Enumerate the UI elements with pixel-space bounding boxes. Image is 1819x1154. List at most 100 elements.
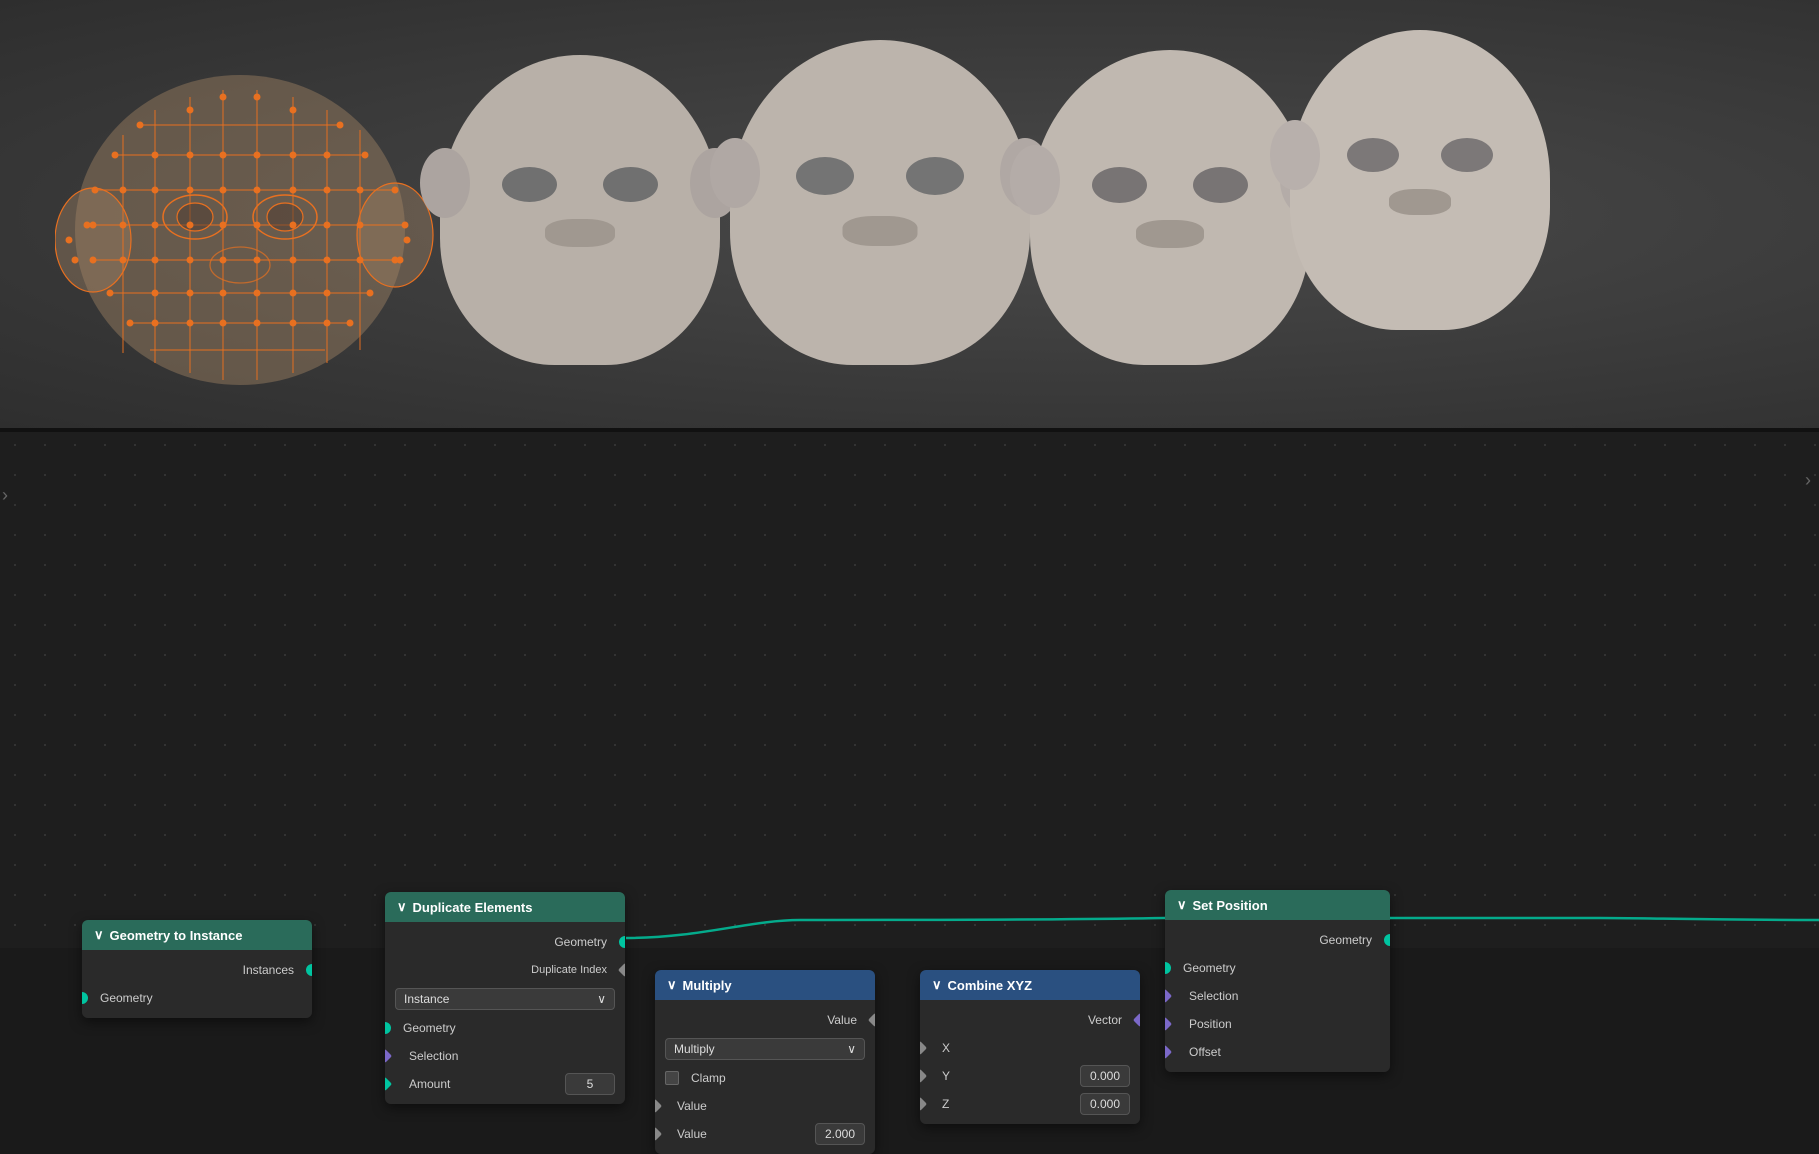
node-row-dupindex-output: Duplicate Index (385, 956, 625, 984)
chevron-icon: ∨ (94, 927, 104, 943)
instances-socket-out (306, 964, 312, 976)
value-output-label: Value (665, 1013, 865, 1027)
node-title-multiply: Multiply (683, 978, 732, 993)
dropdown-chevron: ∨ (597, 992, 606, 1006)
clamp-label: Clamp (691, 1071, 726, 1085)
z-socket-in (920, 1097, 927, 1111)
instance-dropdown[interactable]: Instance ∨ (395, 988, 615, 1010)
z-input-label: Z (930, 1097, 949, 1111)
wireframe-monkey (55, 45, 445, 415)
node-row-clamp: Clamp (655, 1064, 875, 1092)
node-row-geometry-input: Geometry (82, 984, 312, 1012)
node-row-instances-output: Instances (82, 956, 312, 984)
geometry-input-label: Geometry (92, 991, 302, 1005)
multiply-dropdown-chevron: ∨ (847, 1042, 856, 1056)
node-title-set-position: Set Position (1193, 898, 1268, 913)
node-duplicate-elements[interactable]: ∨ Duplicate Elements Geometry Duplicate … (385, 892, 625, 1104)
selection-input-label: Selection (395, 1049, 615, 1063)
node-row-value1-input: Value (655, 1092, 875, 1120)
node-row-selection-input-sp: Selection (1165, 982, 1390, 1010)
offset-socket-in (1165, 1045, 1172, 1059)
node-combine-xyz[interactable]: ∨ Combine XYZ Vector X Y 0.000 (920, 970, 1140, 1124)
geometry-socket-in-dup (385, 1022, 391, 1034)
dropdown-value: Instance (404, 992, 449, 1006)
dupindex-socket-out (618, 963, 625, 977)
value1-socket-in (655, 1099, 662, 1113)
node-header-duplicate: ∨ Duplicate Elements (385, 892, 625, 922)
geometry-input-label-dup: Geometry (395, 1021, 615, 1035)
value2-input-label: Value (665, 1127, 707, 1141)
geometry-output-label: Geometry (395, 935, 615, 949)
node-title-duplicate: Duplicate Elements (413, 900, 533, 915)
y-number[interactable]: 0.000 (1080, 1065, 1130, 1087)
node-header-combine-xyz: ∨ Combine XYZ (920, 970, 1140, 1000)
node-set-position[interactable]: ∨ Set Position Geometry Geometry Selecti… (1165, 890, 1390, 1072)
geometry-socket-in-sp (1165, 962, 1171, 974)
value2-socket-in (655, 1127, 662, 1141)
position-input-label: Position (1175, 1017, 1380, 1031)
selection-socket-in-sp (1165, 989, 1172, 1003)
node-row-geometry-input-dup: Geometry (385, 1014, 625, 1042)
instances-output-label: Instances (92, 963, 302, 977)
node-multiply[interactable]: ∨ Multiply Value Multiply ∨ Clamp Value (655, 970, 875, 1154)
value1-input-label: Value (665, 1099, 865, 1113)
node-row-z-input: Z 0.000 (920, 1090, 1140, 1118)
node-row-selection-input: Selection (385, 1042, 625, 1070)
x-socket-in (920, 1041, 927, 1055)
chevron-icon-xyz: ∨ (932, 977, 942, 993)
node-title-combine-xyz: Combine XYZ (948, 978, 1033, 993)
vector-output-label: Vector (930, 1013, 1130, 1027)
node-row-geometry-output: Geometry (385, 928, 625, 956)
node-row-value-output: Value (655, 1006, 875, 1034)
clamp-checkbox[interactable] (665, 1071, 679, 1085)
value2-number[interactable]: 2.000 (815, 1123, 865, 1145)
multiply-dropdown[interactable]: Multiply ∨ (665, 1038, 865, 1060)
node-row-y-input: Y 0.000 (920, 1062, 1140, 1090)
monkey-head-5 (1290, 30, 1550, 330)
geometry-input-label-sp: Geometry (1175, 961, 1380, 975)
node-row-value2-input: Value 2.000 (655, 1120, 875, 1148)
selection-socket-in (385, 1049, 392, 1063)
geometry-socket-out-sp (1384, 934, 1390, 946)
x-input-label: X (930, 1041, 950, 1055)
node-row-offset-input: Offset (1165, 1038, 1390, 1066)
node-connections (0, 430, 1819, 948)
offset-input-label: Offset (1175, 1045, 1380, 1059)
node-row-amount-input: Amount 5 (385, 1070, 625, 1098)
left-edge-arrow: › (2, 485, 8, 506)
z-number[interactable]: 0.000 (1080, 1093, 1130, 1115)
editor-divider (0, 428, 1819, 432)
node-row-geometry-input-sp: Geometry (1165, 954, 1390, 982)
node-geometry-to-instance[interactable]: ∨ Geometry to Instance Instances Geometr… (82, 920, 312, 1018)
selection-input-label-sp: Selection (1175, 989, 1380, 1003)
node-row-vector-output: Vector (920, 1006, 1140, 1034)
dupindex-output-label: Duplicate Index (395, 964, 615, 976)
node-header-multiply: ∨ Multiply (655, 970, 875, 1000)
geometry-socket-out-dup (619, 936, 625, 948)
3d-viewport[interactable] (0, 0, 1819, 430)
right-edge-arrow: › (1805, 470, 1811, 491)
multiply-dropdown-value: Multiply (674, 1042, 715, 1056)
node-editor[interactable]: › › ∨ Geometry to Instance Instances Geo… (0, 430, 1819, 948)
amount-value[interactable]: 5 (565, 1073, 615, 1095)
node-row-position-input: Position (1165, 1010, 1390, 1038)
value-socket-out-mul (868, 1013, 875, 1027)
position-socket-in (1165, 1017, 1172, 1031)
node-row-x-input: X (920, 1034, 1140, 1062)
monkey-head-4 (1030, 50, 1310, 365)
geometry-output-label-sp: Geometry (1175, 933, 1380, 947)
geometry-socket-in (82, 992, 88, 1004)
vector-socket-out (1133, 1013, 1140, 1027)
chevron-icon-sp: ∨ (1177, 897, 1187, 913)
chevron-icon-dup: ∨ (397, 899, 407, 915)
node-header-geo-to-instance: ∨ Geometry to Instance (82, 920, 312, 950)
amount-socket-in (385, 1077, 392, 1091)
node-header-set-position: ∨ Set Position (1165, 890, 1390, 920)
node-row-geometry-output-sp: Geometry (1165, 926, 1390, 954)
monkey-head-2 (440, 55, 720, 365)
monkey-head-3 (730, 40, 1030, 365)
node-title-geo-to-instance: Geometry to Instance (110, 928, 243, 943)
y-socket-in (920, 1069, 927, 1083)
y-input-label: Y (930, 1069, 950, 1083)
amount-input-label: Amount (395, 1077, 450, 1091)
